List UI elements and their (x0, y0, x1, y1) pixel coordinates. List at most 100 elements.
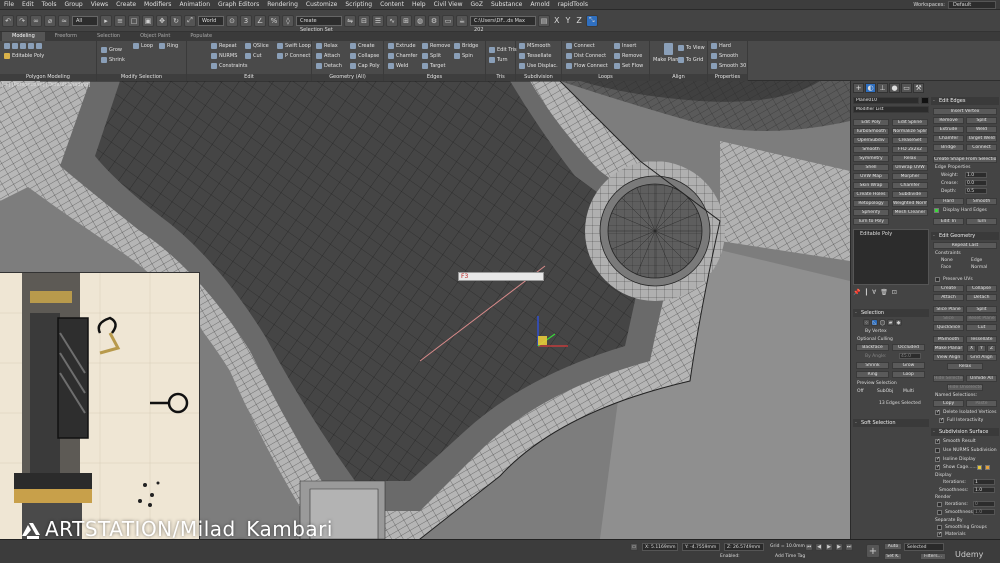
modifier-button[interactable]: Subdivide (892, 191, 928, 198)
weld-button[interactable]: Weld (388, 63, 408, 69)
ee-bridge-button[interactable]: Bridge (933, 144, 964, 151)
menu-group[interactable]: Group (60, 1, 86, 8)
menu-rendering[interactable]: Rendering (263, 1, 302, 8)
flow-connect-button[interactable]: Flow Connect (566, 63, 608, 69)
reference-coordinate-dropdown[interactable]: World (198, 15, 224, 26)
element-level-icon[interactable]: ◆ (895, 319, 902, 326)
named-selection-set[interactable]: Create Selection Set (296, 15, 342, 33)
menu-edit[interactable]: Edit (18, 1, 38, 8)
preview-multi-radio[interactable]: Multi (903, 389, 914, 394)
modifier-button[interactable]: Smooth (853, 146, 889, 153)
redo-icon[interactable]: ↷ (16, 14, 28, 27)
tab-populate[interactable]: Populate (180, 32, 222, 41)
relax-button[interactable]: Relax (316, 43, 338, 49)
menu-content[interactable]: Content (376, 1, 408, 8)
nurms-button[interactable]: NURMS (211, 53, 237, 59)
smooth-result-checkbox[interactable] (935, 438, 940, 444)
ee-connect-button[interactable]: Connect (966, 144, 997, 151)
crease-spinner[interactable]: 0.0 (965, 180, 987, 186)
planar-z-button[interactable]: Z (987, 345, 996, 352)
tab-object-paint[interactable]: Object Paint (130, 32, 180, 41)
hide-selected-button[interactable]: Hide Selected (933, 375, 964, 382)
next-frame-icon[interactable]: ▶ (835, 543, 843, 551)
mirror-icon[interactable]: ⇋ (344, 14, 356, 27)
modifier-button[interactable]: Mesh Cleaner (892, 209, 928, 216)
extrude-button[interactable]: Extrude (388, 43, 416, 49)
modifier-button[interactable]: Edit Spline (892, 119, 928, 126)
menu-help[interactable]: Help (408, 1, 430, 8)
turn-edge-button[interactable]: Turn (966, 218, 997, 225)
hard-edge-button[interactable]: Hard (933, 198, 964, 205)
grow-sel-button[interactable]: Grow (892, 362, 925, 369)
render-iterations-spinner[interactable]: 0 (973, 501, 995, 507)
spin-button[interactable]: Spin (454, 53, 473, 59)
soft-selection-rollout-header[interactable]: Soft Selection (853, 419, 929, 427)
make-unique-icon[interactable]: ∀ (872, 289, 876, 296)
modifier-button[interactable]: Turn to Poly (853, 218, 889, 225)
eg-attach-button[interactable]: Attach (933, 294, 964, 301)
remove-button[interactable]: Remove (422, 43, 450, 49)
constraints-button[interactable]: Constraints (211, 63, 248, 69)
ring-button[interactable]: Ring (159, 43, 178, 49)
modifier-button[interactable]: Retopology (853, 200, 889, 207)
use-displacement-button[interactable]: Use Displac. (519, 63, 558, 69)
attach-button[interactable]: Attach (316, 53, 340, 59)
smooth-30-button[interactable]: Smooth 30 (711, 63, 746, 69)
planar-y-button[interactable]: Y (977, 345, 986, 352)
viewport-text-input[interactable]: F3 (458, 272, 544, 281)
modifier-stack[interactable]: Editable Poly (853, 229, 929, 285)
selection-lock-icon[interactable]: ▭ (630, 543, 638, 551)
grid-align-button[interactable]: Grid Align (966, 354, 997, 361)
configure-sets-icon[interactable]: ⊡ (892, 289, 897, 296)
modifier-button[interactable]: FFD 2x2x2 (892, 146, 928, 153)
use-nurms-checkbox[interactable] (935, 448, 940, 453)
cut-button[interactable]: Cut (245, 53, 262, 59)
render-frame-icon[interactable]: ▭ (442, 14, 454, 27)
angle-snap-icon[interactable]: ∠ (254, 14, 266, 27)
tessellate-button[interactable]: Tessellate (519, 53, 551, 59)
motion-tab-icon[interactable]: ● (889, 83, 900, 93)
menu-customize[interactable]: Customize (302, 1, 342, 8)
selection-rollout-header[interactable]: Selection (853, 309, 929, 317)
display-hard-color-swatch[interactable] (934, 208, 939, 213)
rotate-icon[interactable]: ↻ (170, 14, 182, 27)
z-coordinate-field[interactable]: Z: 26.5749mm (724, 543, 764, 551)
axis-x[interactable]: X (552, 16, 561, 25)
modifier-button[interactable]: CreaseSet (892, 137, 928, 144)
ee-target-weld-button[interactable]: Target Weld (966, 135, 997, 142)
material-editor-icon[interactable]: ◍ (414, 14, 426, 27)
tab-selection[interactable]: Selection (87, 32, 130, 41)
stack-item-editable-poly[interactable]: Editable Poly (854, 231, 892, 237)
occluded-button[interactable]: Occluded (892, 344, 925, 351)
loop-sel-button[interactable]: Loop (892, 371, 925, 378)
snap-icon[interactable]: 3 (240, 14, 252, 27)
cage-color-2[interactable] (985, 465, 990, 470)
folder-icon[interactable]: ▤ (538, 14, 550, 27)
constraint-face-radio[interactable]: Face (941, 265, 951, 270)
modifier-button[interactable]: Weighted Normals (892, 200, 928, 207)
ee-extrude-button[interactable]: Extrude (933, 126, 964, 133)
project-path-field[interactable]: C:\Users\DF...ds Max 202 (470, 15, 536, 33)
select-object-icon[interactable]: ▸ (100, 14, 112, 27)
x-coordinate-field[interactable]: X: 5.1169mm (642, 543, 678, 551)
delete-isolated-checkbox[interactable] (935, 409, 940, 415)
menu-goz[interactable]: GoZ (467, 1, 487, 8)
prev-frame-icon[interactable]: ◀ (815, 543, 823, 551)
msmooth-settings-button[interactable]: MSmooth (933, 336, 964, 343)
modifier-button[interactable]: Shell (853, 164, 889, 171)
render-smoothness-checkbox[interactable] (937, 510, 942, 515)
repeat-last-button[interactable]: Repeat Last (933, 242, 997, 249)
select-by-name-icon[interactable]: ≡ (114, 14, 126, 27)
show-end-result-icon[interactable]: ┃ (864, 289, 868, 296)
p-connect-button[interactable]: P Connect (277, 53, 310, 59)
modifier-button[interactable]: Relax (892, 155, 928, 162)
menu-views[interactable]: Views (87, 1, 112, 8)
polygon-level-icon[interactable]: ▰ (887, 319, 894, 326)
object-name-field[interactable]: Plane010 (853, 97, 919, 104)
grow-button[interactable]: Grow (101, 47, 122, 53)
preview-off-radio[interactable]: Off (857, 389, 864, 394)
workspace-select[interactable]: Default (948, 1, 996, 9)
go-to-end-icon[interactable]: ⏭ (845, 543, 853, 551)
constraint-edge-radio[interactable]: Edge (971, 258, 982, 263)
viewport-label[interactable]: [+] [Perspective] [Default Shading] (2, 82, 90, 88)
